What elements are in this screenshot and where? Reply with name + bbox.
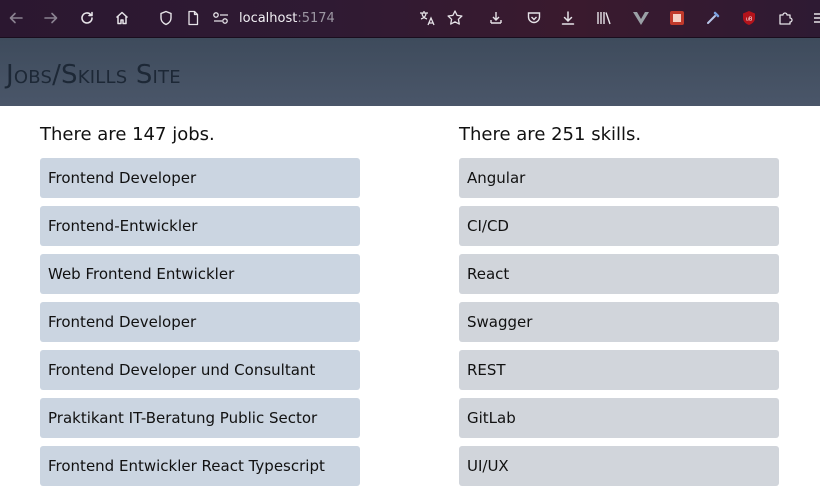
translate-icon[interactable]	[417, 8, 437, 28]
app-header: Jobs/Skills Site	[0, 38, 820, 106]
job-card[interactable]: Frontend Entwickler React Typescript	[40, 446, 360, 486]
job-card[interactable]: Web Frontend Entwickler	[40, 254, 360, 294]
skill-card[interactable]: REST	[459, 350, 779, 390]
skills-list: Angular CI/CD React Swagger REST GitLab …	[459, 158, 779, 486]
jobs-count-heading: There are 147 jobs.	[40, 124, 215, 145]
forward-arrow-icon[interactable]	[41, 8, 61, 28]
reload-icon[interactable]	[77, 8, 97, 28]
site-title: Jobs/Skills Site	[6, 60, 181, 90]
menu-hamburger-icon[interactable]	[806, 8, 820, 28]
vue-devtools-icon[interactable]	[631, 8, 651, 28]
skill-card[interactable]: UI/UX	[459, 446, 779, 486]
url-bar[interactable]: localhost:5174	[239, 10, 335, 28]
page-info-icon[interactable]	[183, 8, 203, 28]
svg-text:uB: uB	[746, 17, 753, 23]
extensions-puzzle-alt-icon[interactable]	[486, 8, 506, 28]
job-card[interactable]: Praktikant IT-Beratung Public Sector	[40, 398, 360, 438]
skill-card[interactable]: GitLab	[459, 398, 779, 438]
job-card[interactable]: Frontend-Entwickler	[40, 206, 360, 246]
jobs-column: There are 147 jobs. Frontend Developer F…	[40, 106, 360, 494]
skill-card[interactable]: Swagger	[459, 302, 779, 342]
library-icon[interactable]	[594, 8, 614, 28]
home-icon[interactable]	[112, 8, 132, 28]
eyedropper-icon[interactable]	[703, 8, 723, 28]
pocket-icon[interactable]	[524, 8, 544, 28]
url-port: :5174	[297, 11, 335, 26]
extensions-puzzle-icon[interactable]	[775, 8, 795, 28]
jobs-list: Frontend Developer Frontend-Entwickler W…	[40, 158, 360, 486]
url-host: localhost	[239, 11, 298, 26]
skill-card[interactable]: Angular	[459, 158, 779, 198]
job-card[interactable]: Frontend Developer	[40, 302, 360, 342]
skill-card[interactable]: React	[459, 254, 779, 294]
bookmark-star-icon[interactable]	[445, 8, 465, 28]
extension-red-badge-icon[interactable]	[667, 8, 687, 28]
downloads-icon[interactable]	[558, 8, 578, 28]
tracking-protection-shield-icon[interactable]	[156, 8, 176, 28]
connection-settings-icon[interactable]	[211, 8, 231, 28]
skills-column: There are 251 skills. Angular CI/CD Reac…	[459, 106, 779, 494]
job-card[interactable]: Frontend Developer und Consultant	[40, 350, 360, 390]
skill-card[interactable]: CI/CD	[459, 206, 779, 246]
job-card[interactable]: Frontend Developer	[40, 158, 360, 198]
browser-toolbar: localhost:5174 uB	[0, 0, 820, 38]
skills-count-heading: There are 251 skills.	[459, 124, 642, 145]
back-arrow-icon[interactable]	[6, 8, 26, 28]
ublock-origin-icon[interactable]: uB	[739, 8, 759, 28]
